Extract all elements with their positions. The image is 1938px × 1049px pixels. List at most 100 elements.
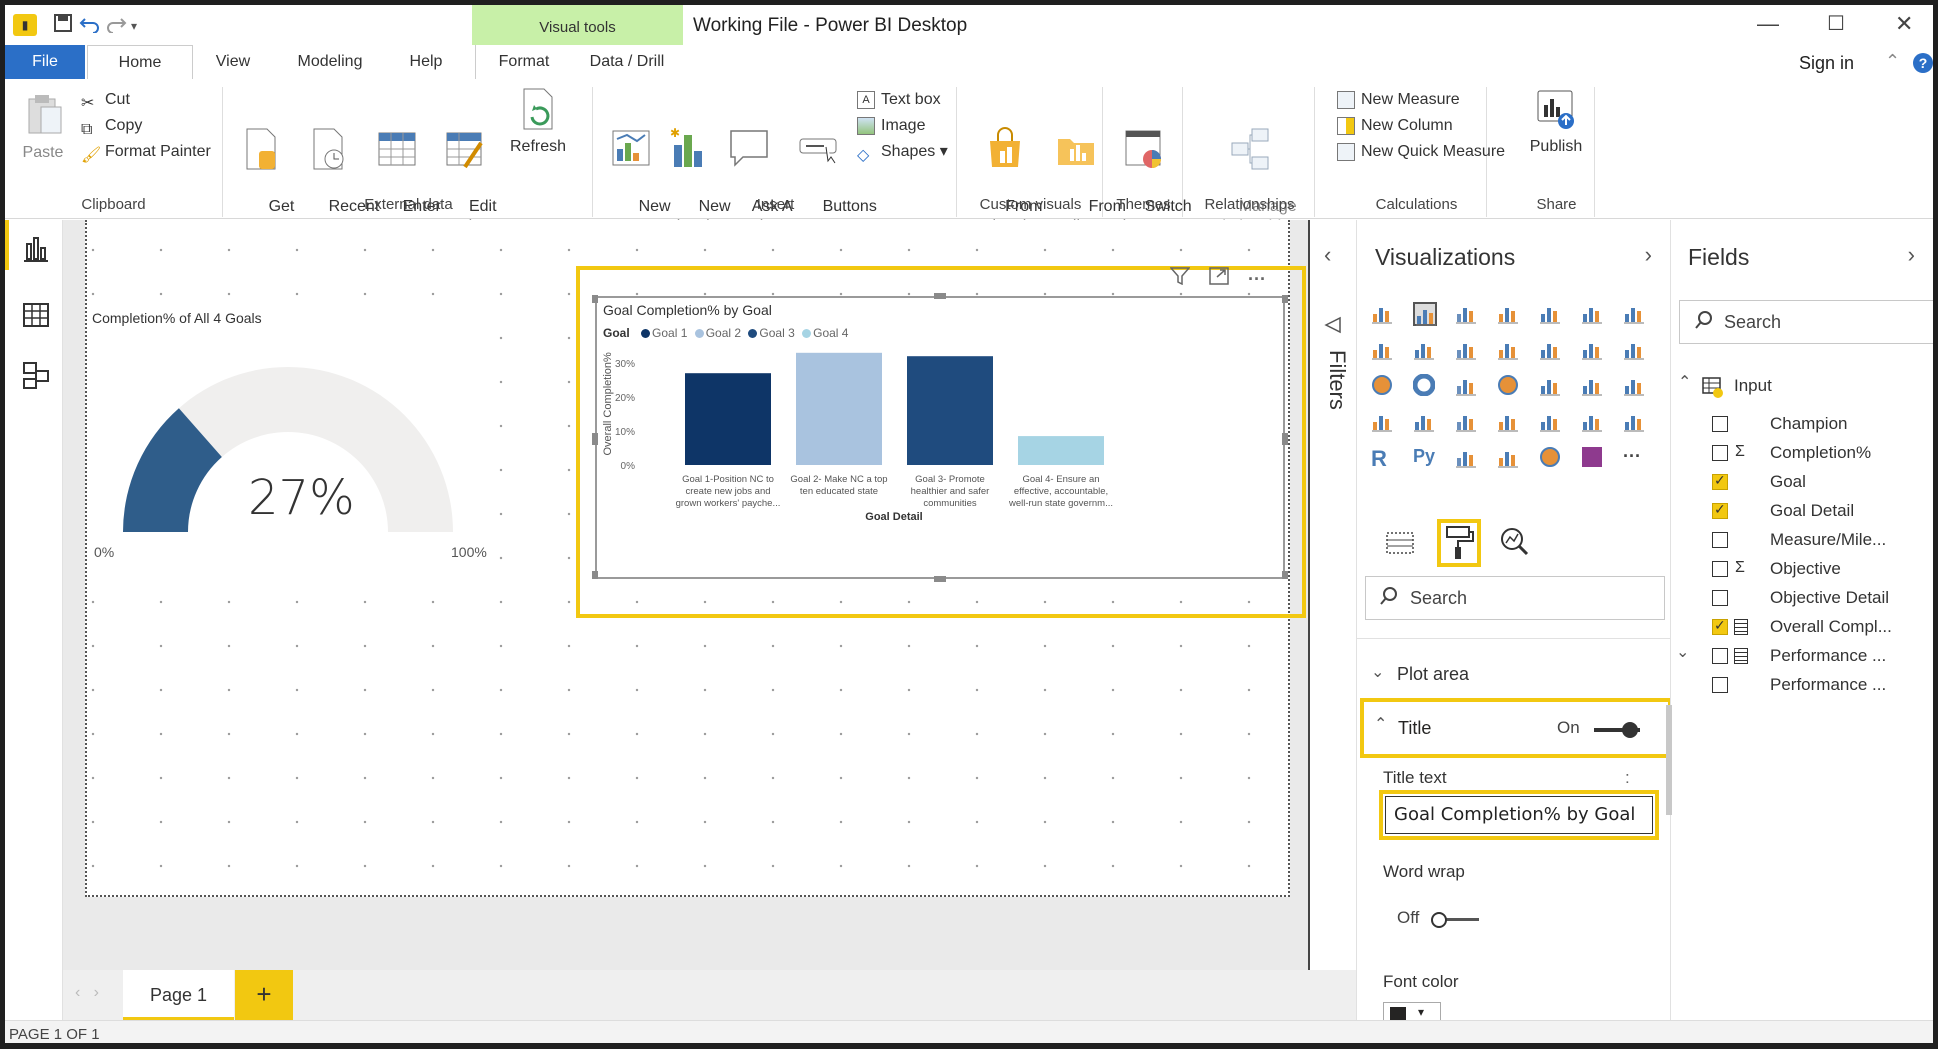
more-visuals-icon[interactable]: ··· bbox=[1623, 446, 1647, 470]
area-chart-icon[interactable] bbox=[1371, 338, 1395, 362]
tab-file[interactable]: File bbox=[5, 45, 85, 79]
multi-row-card-icon[interactable] bbox=[1455, 410, 1479, 434]
bar-goal-3[interactable] bbox=[907, 356, 993, 465]
gauge-icon[interactable] bbox=[1371, 410, 1395, 434]
field-item[interactable]: Measure/Mile... bbox=[1672, 526, 1933, 555]
new-quick-measure-button[interactable]: New Quick Measure bbox=[1337, 139, 1505, 165]
format-painter-button[interactable]: 🖌 Format Painter bbox=[81, 139, 211, 165]
field-checkbox[interactable] bbox=[1712, 501, 1728, 519]
help-icon[interactable]: ? bbox=[1913, 53, 1933, 73]
waterfall-icon[interactable] bbox=[1581, 338, 1605, 362]
field-item[interactable]: Overall Compl... bbox=[1672, 613, 1933, 642]
r-visual-icon[interactable]: R bbox=[1371, 446, 1395, 471]
field-item[interactable]: Σ Completion% bbox=[1672, 439, 1933, 468]
new-measure-button[interactable]: New Measure bbox=[1337, 87, 1460, 113]
bar-chart-visual[interactable]: Goal Completion% by Goal Goal Goal 1 Goa… bbox=[595, 296, 1285, 579]
resize-handle-bottom-left[interactable] bbox=[592, 571, 598, 579]
maximize-button[interactable]: ☐ bbox=[1827, 11, 1845, 36]
resize-handle-left[interactable] bbox=[592, 433, 598, 445]
focus-mode-icon[interactable] bbox=[1209, 267, 1234, 289]
map-icon[interactable] bbox=[1497, 374, 1521, 398]
field-item[interactable]: Σ Objective bbox=[1672, 555, 1933, 584]
field-checkbox[interactable] bbox=[1712, 416, 1728, 432]
stacked-bar-icon[interactable] bbox=[1371, 302, 1395, 326]
close-button[interactable]: ✕ bbox=[1895, 11, 1913, 37]
field-checkbox[interactable] bbox=[1712, 648, 1728, 664]
field-item[interactable]: Goal bbox=[1672, 468, 1933, 497]
tab-home[interactable]: Home bbox=[87, 45, 193, 79]
resize-handle-top-right[interactable] bbox=[1282, 295, 1288, 303]
title-section[interactable]: ⌃ Title On bbox=[1360, 698, 1670, 758]
filled-map-icon[interactable] bbox=[1539, 374, 1563, 398]
resize-handle-bottom-right[interactable] bbox=[1282, 571, 1288, 579]
field-checkbox[interactable] bbox=[1712, 561, 1728, 577]
field-checkbox[interactable] bbox=[1712, 532, 1728, 548]
resize-handle-top-left[interactable] bbox=[592, 295, 598, 303]
reset-options-icon[interactable]: : bbox=[1625, 768, 1630, 788]
data-view-icon[interactable] bbox=[21, 300, 51, 330]
ribbon-chart-icon[interactable] bbox=[1539, 338, 1563, 362]
kpi-icon[interactable] bbox=[1497, 410, 1521, 434]
more-options-icon[interactable]: ··· bbox=[1248, 269, 1266, 289]
field-checkbox[interactable] bbox=[1712, 617, 1728, 635]
title-toggle[interactable] bbox=[1594, 722, 1640, 738]
save-icon[interactable] bbox=[53, 13, 73, 39]
resize-handle-bottom[interactable] bbox=[934, 576, 946, 582]
word-wrap-toggle[interactable] bbox=[1431, 912, 1479, 928]
field-checkbox[interactable] bbox=[1712, 677, 1728, 693]
resize-handle-right[interactable] bbox=[1282, 433, 1288, 445]
qa-visual-icon[interactable] bbox=[1497, 446, 1521, 470]
tab-format[interactable]: Format bbox=[485, 45, 563, 79]
tab-view[interactable]: View bbox=[203, 45, 263, 79]
format-search-input[interactable]: Search bbox=[1365, 576, 1665, 620]
tab-help[interactable]: Help bbox=[397, 45, 455, 79]
gauge-visual[interactable]: Completion% of All 4 Goals 27% 0% 100% bbox=[88, 300, 498, 570]
resize-handle-top[interactable] bbox=[934, 293, 946, 299]
field-checkbox[interactable] bbox=[1712, 590, 1728, 606]
pie-chart-icon[interactable] bbox=[1371, 374, 1395, 398]
field-item[interactable]: Performance ... bbox=[1672, 671, 1933, 700]
title-text-input[interactable]: Goal Completion% by Goal bbox=[1385, 796, 1653, 834]
field-checkbox[interactable] bbox=[1712, 445, 1728, 461]
clustered-bar-icon[interactable] bbox=[1455, 302, 1479, 326]
sign-in-link[interactable]: Sign in bbox=[1799, 53, 1854, 74]
add-page-button[interactable]: + bbox=[235, 970, 293, 1020]
arcgis-icon[interactable] bbox=[1539, 446, 1563, 470]
bar-goal-4[interactable] bbox=[1018, 436, 1104, 465]
minimize-button[interactable]: — bbox=[1757, 11, 1779, 37]
filter-icon[interactable] bbox=[1169, 267, 1195, 289]
table-input[interactable]: ⌃ Input bbox=[1672, 372, 1933, 401]
shapes-button[interactable]: ◇ Shapes ▾ bbox=[857, 139, 948, 165]
stacked-area-icon[interactable] bbox=[1413, 338, 1437, 362]
new-column-button[interactable]: New Column bbox=[1337, 113, 1453, 139]
tab-data-drill[interactable]: Data / Drill bbox=[577, 45, 677, 79]
100-column-icon[interactable] bbox=[1581, 302, 1605, 326]
filters-pane-collapsed[interactable]: ‹ Filters bbox=[1308, 220, 1356, 970]
bar-goal-1[interactable] bbox=[685, 373, 771, 465]
publish-button[interactable]: Publish bbox=[1521, 87, 1591, 157]
chevron-left-icon[interactable]: ‹ bbox=[1324, 242, 1331, 268]
field-item[interactable]: Objective Detail bbox=[1672, 584, 1933, 613]
clustered-column-icon[interactable] bbox=[1497, 302, 1521, 326]
field-item[interactable]: Champion bbox=[1672, 410, 1933, 439]
undo-icon[interactable] bbox=[79, 13, 101, 39]
page-scroll-arrows-icon[interactable]: ‹ › bbox=[75, 984, 99, 1002]
stacked-column-icon[interactable] bbox=[1413, 302, 1437, 326]
page-tab-page-1[interactable]: Page 1 bbox=[123, 970, 234, 1020]
redo-icon[interactable] bbox=[105, 13, 127, 39]
text-box-button[interactable]: A Text box bbox=[857, 87, 941, 113]
100-bar-icon[interactable] bbox=[1539, 302, 1563, 326]
line-stacked-column-icon[interactable] bbox=[1497, 338, 1521, 362]
format-tab[interactable] bbox=[1437, 519, 1481, 567]
font-color-picker[interactable]: ▾ bbox=[1383, 1002, 1441, 1020]
python-visual-icon[interactable]: Py bbox=[1413, 446, 1437, 470]
table-icon[interactable] bbox=[1581, 410, 1605, 434]
field-item[interactable]: ⌄ Performance ... bbox=[1672, 642, 1933, 671]
line-column-icon[interactable] bbox=[1455, 338, 1479, 362]
field-item[interactable]: Goal Detail bbox=[1672, 497, 1933, 526]
funnel-chart-icon[interactable] bbox=[1623, 374, 1647, 398]
field-checkbox[interactable] bbox=[1712, 472, 1728, 490]
collapse-ribbon-icon[interactable]: ⌃ bbox=[1885, 51, 1900, 72]
cut-button[interactable]: ✂ Cut bbox=[81, 87, 130, 113]
scatter-icon[interactable] bbox=[1623, 338, 1647, 362]
